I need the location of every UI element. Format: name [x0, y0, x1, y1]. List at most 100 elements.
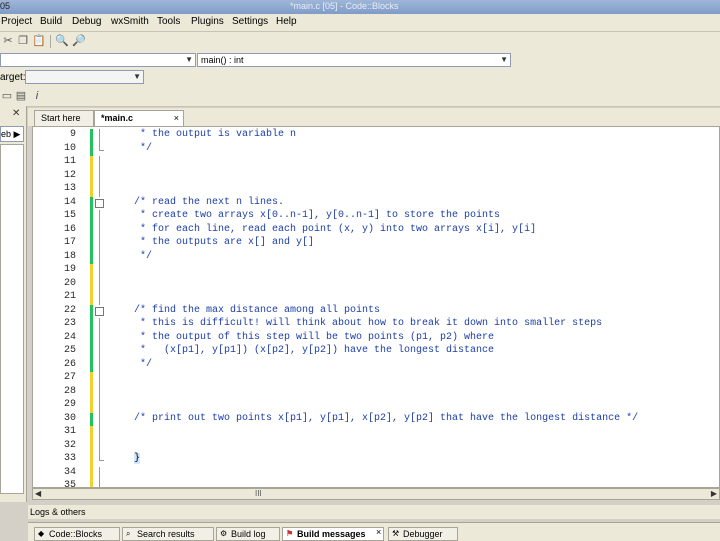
fold-toggle-icon[interactable]: [95, 198, 104, 208]
tab-codeblocks-log[interactable]: ◆ Code::Blocks: [34, 527, 120, 541]
code-line[interactable]: 24 * the output of this step will be two…: [33, 331, 719, 345]
line-number: 29: [63, 399, 76, 410]
italic-doc-icon[interactable]: i: [30, 89, 44, 103]
build-target-dropdown[interactable]: ▼: [25, 70, 144, 84]
window-title: *main.c [05] - Code::Blocks: [290, 1, 399, 11]
code-text: * the outputs are x[] and y[]: [134, 237, 315, 248]
code-text: */: [134, 358, 153, 370]
code-line[interactable]: 33}: [33, 453, 719, 467]
change-marker: [90, 399, 93, 413]
scrollbar-grip[interactable]: III: [255, 489, 262, 498]
paste-icon[interactable]: 📋: [32, 34, 46, 48]
code-line[interactable]: 21: [33, 291, 719, 305]
change-marker: [90, 466, 93, 480]
tab-label: *main.c: [101, 113, 134, 123]
close-icon[interactable]: ×: [174, 111, 179, 125]
code-line[interactable]: 28: [33, 385, 719, 399]
close-icon[interactable]: ✕: [12, 108, 20, 119]
cut-icon[interactable]: ✂: [1, 34, 15, 48]
code-line[interactable]: 12: [33, 169, 719, 183]
comment-line-icon[interactable]: ▤: [14, 89, 28, 103]
code-line[interactable]: 11: [33, 156, 719, 170]
fold-guide: [99, 183, 100, 197]
tab-label: Build messages: [297, 529, 366, 539]
menu-wxsmith[interactable]: wxSmith: [111, 16, 149, 27]
code-line[interactable]: 29: [33, 399, 719, 413]
code-editor[interactable]: 9 * the output is variable n 10 */11 12 13 1…: [32, 126, 720, 488]
tab-build-messages[interactable]: ⚑ Build messages: [282, 527, 384, 541]
management-tree[interactable]: [0, 144, 24, 494]
code-line[interactable]: 27: [33, 372, 719, 386]
tab-start-here[interactable]: Start here: [34, 110, 94, 126]
scroll-right-icon[interactable]: ▶: [711, 489, 717, 498]
change-marker: [90, 331, 93, 345]
tab-search-results[interactable]: ⌕ Search results: [122, 527, 214, 541]
line-number: 28: [63, 385, 76, 397]
close-icon[interactable]: ×: [376, 527, 381, 537]
code-line[interactable]: 23 * this is difficult! will think about…: [33, 318, 719, 332]
code-line[interactable]: 14 /* read the next n lines.: [33, 196, 719, 210]
menu-project[interactable]: Project: [1, 16, 32, 27]
code-line[interactable]: 15 * create two arrays x[0..n-1], y[0..n…: [33, 210, 719, 224]
function-dropdown[interactable]: main() : int ▼: [197, 53, 511, 67]
scroll-left-icon[interactable]: ◀: [35, 489, 41, 498]
line-number: 30: [63, 412, 76, 424]
code-line[interactable]: 18 */: [33, 250, 719, 264]
code-line[interactable]: 25 * (x[p1], y[p1]) (x[p2], y[p2]) have …: [33, 345, 719, 359]
code-line[interactable]: 9 * the output is variable n: [33, 129, 719, 143]
code-line[interactable]: 17 * the outputs are x[] and y[]: [33, 237, 719, 251]
fold-toggle-icon[interactable]: [95, 306, 104, 316]
fold-guide: [99, 264, 100, 278]
management-tab[interactable]: eb ▶: [0, 126, 24, 142]
editor-tab-bar: Start here *main.c ×: [28, 108, 720, 126]
menu-tools[interactable]: Tools: [157, 16, 180, 27]
code-line[interactable]: 31: [33, 426, 719, 440]
menu-build[interactable]: Build: [40, 16, 62, 27]
horizontal-scrollbar[interactable]: ◀ III ▶: [32, 488, 720, 500]
scope-dropdown[interactable]: ▼: [0, 53, 196, 67]
line-number: 15: [63, 210, 76, 221]
menu-help[interactable]: Help: [276, 16, 297, 27]
code-line[interactable]: 30 /* print out two points x[p1], y[p1], …: [33, 412, 719, 426]
code-line[interactable]: 26 */: [33, 358, 719, 372]
change-marker: [90, 142, 93, 156]
copy-icon[interactable]: ❐: [16, 34, 30, 48]
logs-panel-title: Logs & others: [28, 505, 720, 519]
code-line[interactable]: 35: [33, 480, 719, 487]
line-number: 25: [63, 345, 76, 356]
code-line[interactable]: 19: [33, 264, 719, 278]
fold-end-marker: [99, 460, 104, 461]
code-completion-toolbar: ▼ main() : int ▼: [0, 52, 720, 68]
fold-guide: [99, 412, 100, 426]
code-text: /* find the max distance among all point…: [134, 304, 381, 316]
code-line[interactable]: 32: [33, 439, 719, 453]
code-line[interactable]: 10 */: [33, 142, 719, 156]
build-messages-icon: ⚑: [286, 529, 294, 538]
code-text: */: [134, 250, 153, 262]
code-line[interactable]: 13: [33, 183, 719, 197]
menu-settings[interactable]: Settings: [232, 16, 268, 27]
find-icon[interactable]: 🔍: [55, 34, 69, 48]
tab-main-c[interactable]: *main.c ×: [94, 110, 184, 126]
management-tab-label: eb: [1, 129, 12, 139]
logs-tab-bar: ◆ Code::Blocks ⌕ Search results ⚙ Build …: [28, 522, 720, 541]
menu-debug[interactable]: Debug: [72, 16, 101, 27]
change-marker: [90, 183, 93, 197]
change-marker: [90, 250, 93, 264]
line-number: 31: [63, 426, 76, 437]
code-line[interactable]: 34: [33, 466, 719, 480]
build-target-label: arget:: [0, 72, 26, 83]
menu-plugins[interactable]: Plugins: [191, 16, 224, 27]
tab-build-log[interactable]: ⚙ Build log: [216, 527, 280, 541]
comment-block-icon[interactable]: ▭: [0, 89, 14, 103]
tab-label: Build log: [231, 529, 266, 539]
code-line[interactable]: 16 * for each line, read each point (x, …: [33, 223, 719, 237]
code-line[interactable]: 22 /* find the max distance among all poi…: [33, 304, 719, 318]
change-marker: [90, 291, 93, 305]
tab-debugger[interactable]: ⚒ Debugger: [388, 527, 458, 541]
fold-guide: [99, 169, 100, 183]
line-number: 26: [63, 358, 76, 370]
replace-icon[interactable]: 🔎: [72, 34, 86, 48]
chevron-down-icon: ▼: [133, 72, 141, 81]
code-line[interactable]: 20: [33, 277, 719, 291]
